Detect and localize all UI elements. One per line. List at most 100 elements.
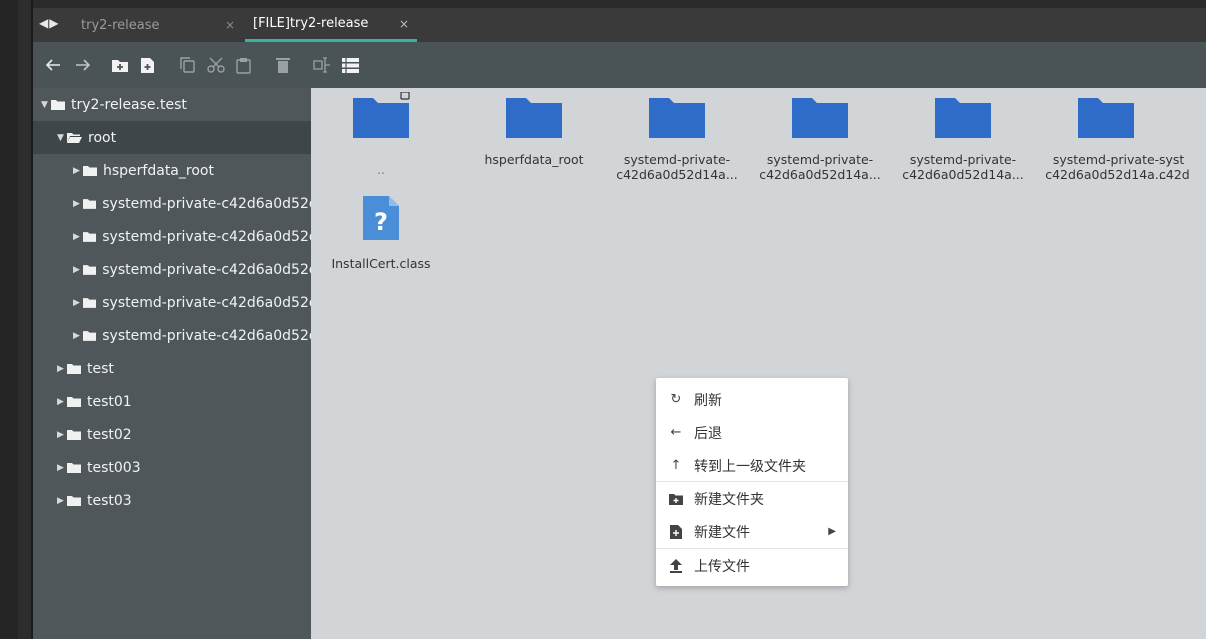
new-folder-button[interactable]	[109, 54, 131, 76]
tree-node-test03[interactable]: ▶ test03	[33, 484, 311, 517]
back-button[interactable]	[43, 54, 63, 76]
tab-nav-arrows-icon[interactable]: ◀▶	[39, 16, 59, 30]
file-item-systemd-private[interactable]: systemd-private-c42d6a0d52d14a...	[607, 92, 747, 182]
paste-button[interactable]	[233, 54, 253, 76]
caret-right-icon[interactable]: ▶	[73, 199, 83, 209]
menu-item-upload-file[interactable]: 上传文件	[656, 549, 848, 582]
folder-open-icon	[67, 133, 82, 143]
caret-right-icon[interactable]: ▶	[57, 463, 67, 473]
tab-label: [FILE]try2-release	[253, 16, 369, 31]
tree-label: test01	[87, 393, 132, 410]
edge-accent	[0, 0, 18, 639]
folder-icon	[67, 364, 81, 374]
menu-item-go-up[interactable]: ↑ 转到上一级文件夹	[656, 449, 848, 482]
new-file-button[interactable]	[137, 54, 157, 76]
tree-label: systemd-private-c42d6a0d52d	[102, 294, 311, 311]
caret-right-icon[interactable]: ▶	[57, 364, 67, 374]
file-name-line2: c42d6a0d52d14a...	[1045, 167, 1167, 182]
menu-item-label: 上传文件	[694, 558, 750, 575]
folder-icon	[82, 232, 97, 242]
caret-down-icon[interactable]: ▼	[41, 100, 51, 110]
folder-icon	[67, 397, 81, 407]
new-file-icon	[140, 57, 154, 73]
copy-icon	[179, 57, 195, 73]
paste-icon	[235, 57, 251, 74]
menu-item-label: 刷新	[694, 392, 722, 409]
caret-right-icon[interactable]: ▶	[73, 166, 83, 176]
toolbar	[33, 42, 1206, 88]
tree-node-systemd-private[interactable]: ▶ systemd-private-c42d6a0d52d	[33, 319, 311, 352]
file-name-line2: c42d6a0d52d14a...	[759, 167, 881, 182]
caret-down-icon[interactable]: ▼	[57, 133, 67, 143]
tab-label: try2-release	[81, 17, 160, 33]
menu-item-new-folder[interactable]: 新建文件夹	[656, 482, 848, 515]
menu-item-label: 新建文件夹	[694, 491, 764, 508]
tree-node-systemd-private[interactable]: ▶ systemd-private-c42d6a0d52d	[33, 220, 311, 253]
tree-label: systemd-private-c42d6a0d52d	[102, 261, 311, 278]
file-name: hsperfdata_root	[484, 152, 584, 167]
tree-label: root	[88, 129, 117, 146]
refresh-icon: ↻	[670, 392, 682, 407]
tree-label: test03	[87, 492, 132, 509]
context-menu: ↻ 刷新 ← 后退 ↑ 转到上一级文件夹 新建文件夹 新建文件 ▶ 上传文件	[656, 378, 848, 586]
tree-node-test02[interactable]: ▶ test02	[33, 418, 311, 451]
folder-icon	[67, 430, 81, 440]
file-name-line1: systemd-private-	[766, 152, 874, 167]
tree-label: systemd-private-c42d6a0d52d	[102, 327, 311, 344]
file-name: ..	[377, 163, 385, 177]
caret-right-icon[interactable]: ▶	[73, 298, 83, 308]
new-folder-icon	[668, 493, 684, 505]
back-arrow-icon: ←	[670, 425, 682, 440]
tree-node-hsperfdata-root[interactable]: ▶ hsperfdata_root	[33, 154, 311, 187]
caret-right-icon[interactable]: ▶	[73, 265, 83, 275]
folder-icon	[82, 298, 97, 308]
file-item-systemd-private-partial[interactable]: syst c42d	[1159, 92, 1206, 182]
close-icon[interactable]: ×	[225, 18, 235, 32]
file-item-systemd-private[interactable]: systemd-private-c42d6a0d52d14a...	[893, 92, 1033, 182]
copy-button[interactable]	[177, 54, 197, 76]
file-item-parent-dir[interactable]: ..	[311, 92, 451, 178]
folder-icon	[792, 98, 848, 138]
file-item-hsperfdata-root[interactable]: hsperfdata_root	[464, 92, 604, 167]
caret-right-icon[interactable]: ▶	[57, 430, 67, 440]
list-view-button[interactable]	[339, 54, 361, 76]
tree-label: test003	[87, 459, 141, 476]
tree-node-systemd-private[interactable]: ▶ systemd-private-c42d6a0d52d	[33, 187, 311, 220]
file-item-systemd-private[interactable]: systemd-private-c42d6a0d52d14a...	[750, 92, 890, 182]
close-icon[interactable]: ×	[399, 17, 409, 31]
file-item-installcert-class[interactable]: ? InstallCert.class	[311, 194, 451, 271]
caret-right-icon[interactable]: ▶	[73, 232, 83, 242]
tree-node-systemd-private[interactable]: ▶ systemd-private-c42d6a0d52d	[33, 286, 311, 319]
cut-icon	[207, 57, 225, 73]
menu-item-new-file[interactable]: 新建文件 ▶	[656, 515, 848, 548]
locked-folder-icon	[353, 92, 410, 138]
menu-item-refresh[interactable]: ↻ 刷新	[656, 383, 848, 416]
tree-node-systemd-private[interactable]: ▶ systemd-private-c42d6a0d52d	[33, 253, 311, 286]
caret-right-icon[interactable]: ▶	[57, 397, 67, 407]
file-item-systemd-private[interactable]: systemd-private-c42d6a0d52d14a...	[1036, 92, 1176, 182]
tree-label: test02	[87, 426, 132, 443]
rename-button[interactable]	[311, 54, 333, 76]
file-name-line1: syst	[1159, 152, 1185, 167]
caret-right-icon[interactable]: ▶	[57, 496, 67, 506]
caret-right-icon[interactable]: ▶	[73, 331, 83, 341]
file-name-line1: systemd-private-	[909, 152, 1017, 167]
tree-node-root[interactable]: ▼ root	[33, 121, 311, 154]
tab-try2-release[interactable]: try2-release ×	[73, 8, 243, 42]
tree-label: systemd-private-c42d6a0d52d	[102, 195, 311, 212]
tab-file-try2-release[interactable]: [FILE]try2-release ×	[245, 8, 417, 42]
tree-node-try2-release-test[interactable]: ▼ try2-release.test	[33, 88, 311, 121]
menu-item-back[interactable]: ← 后退	[656, 416, 848, 449]
left-edge-strip	[0, 0, 33, 639]
delete-button[interactable]	[273, 54, 293, 76]
tree-node-test01[interactable]: ▶ test01	[33, 385, 311, 418]
back-icon	[45, 59, 60, 71]
tree-label: test	[87, 360, 114, 377]
forward-button[interactable]	[73, 54, 93, 76]
cut-button[interactable]	[205, 54, 227, 76]
menu-item-label: 后退	[694, 425, 722, 442]
tree-node-test003[interactable]: ▶ test003	[33, 451, 311, 484]
tree-node-test[interactable]: ▶ test	[33, 352, 311, 385]
folder-icon	[67, 463, 81, 473]
new-folder-icon	[112, 59, 128, 72]
